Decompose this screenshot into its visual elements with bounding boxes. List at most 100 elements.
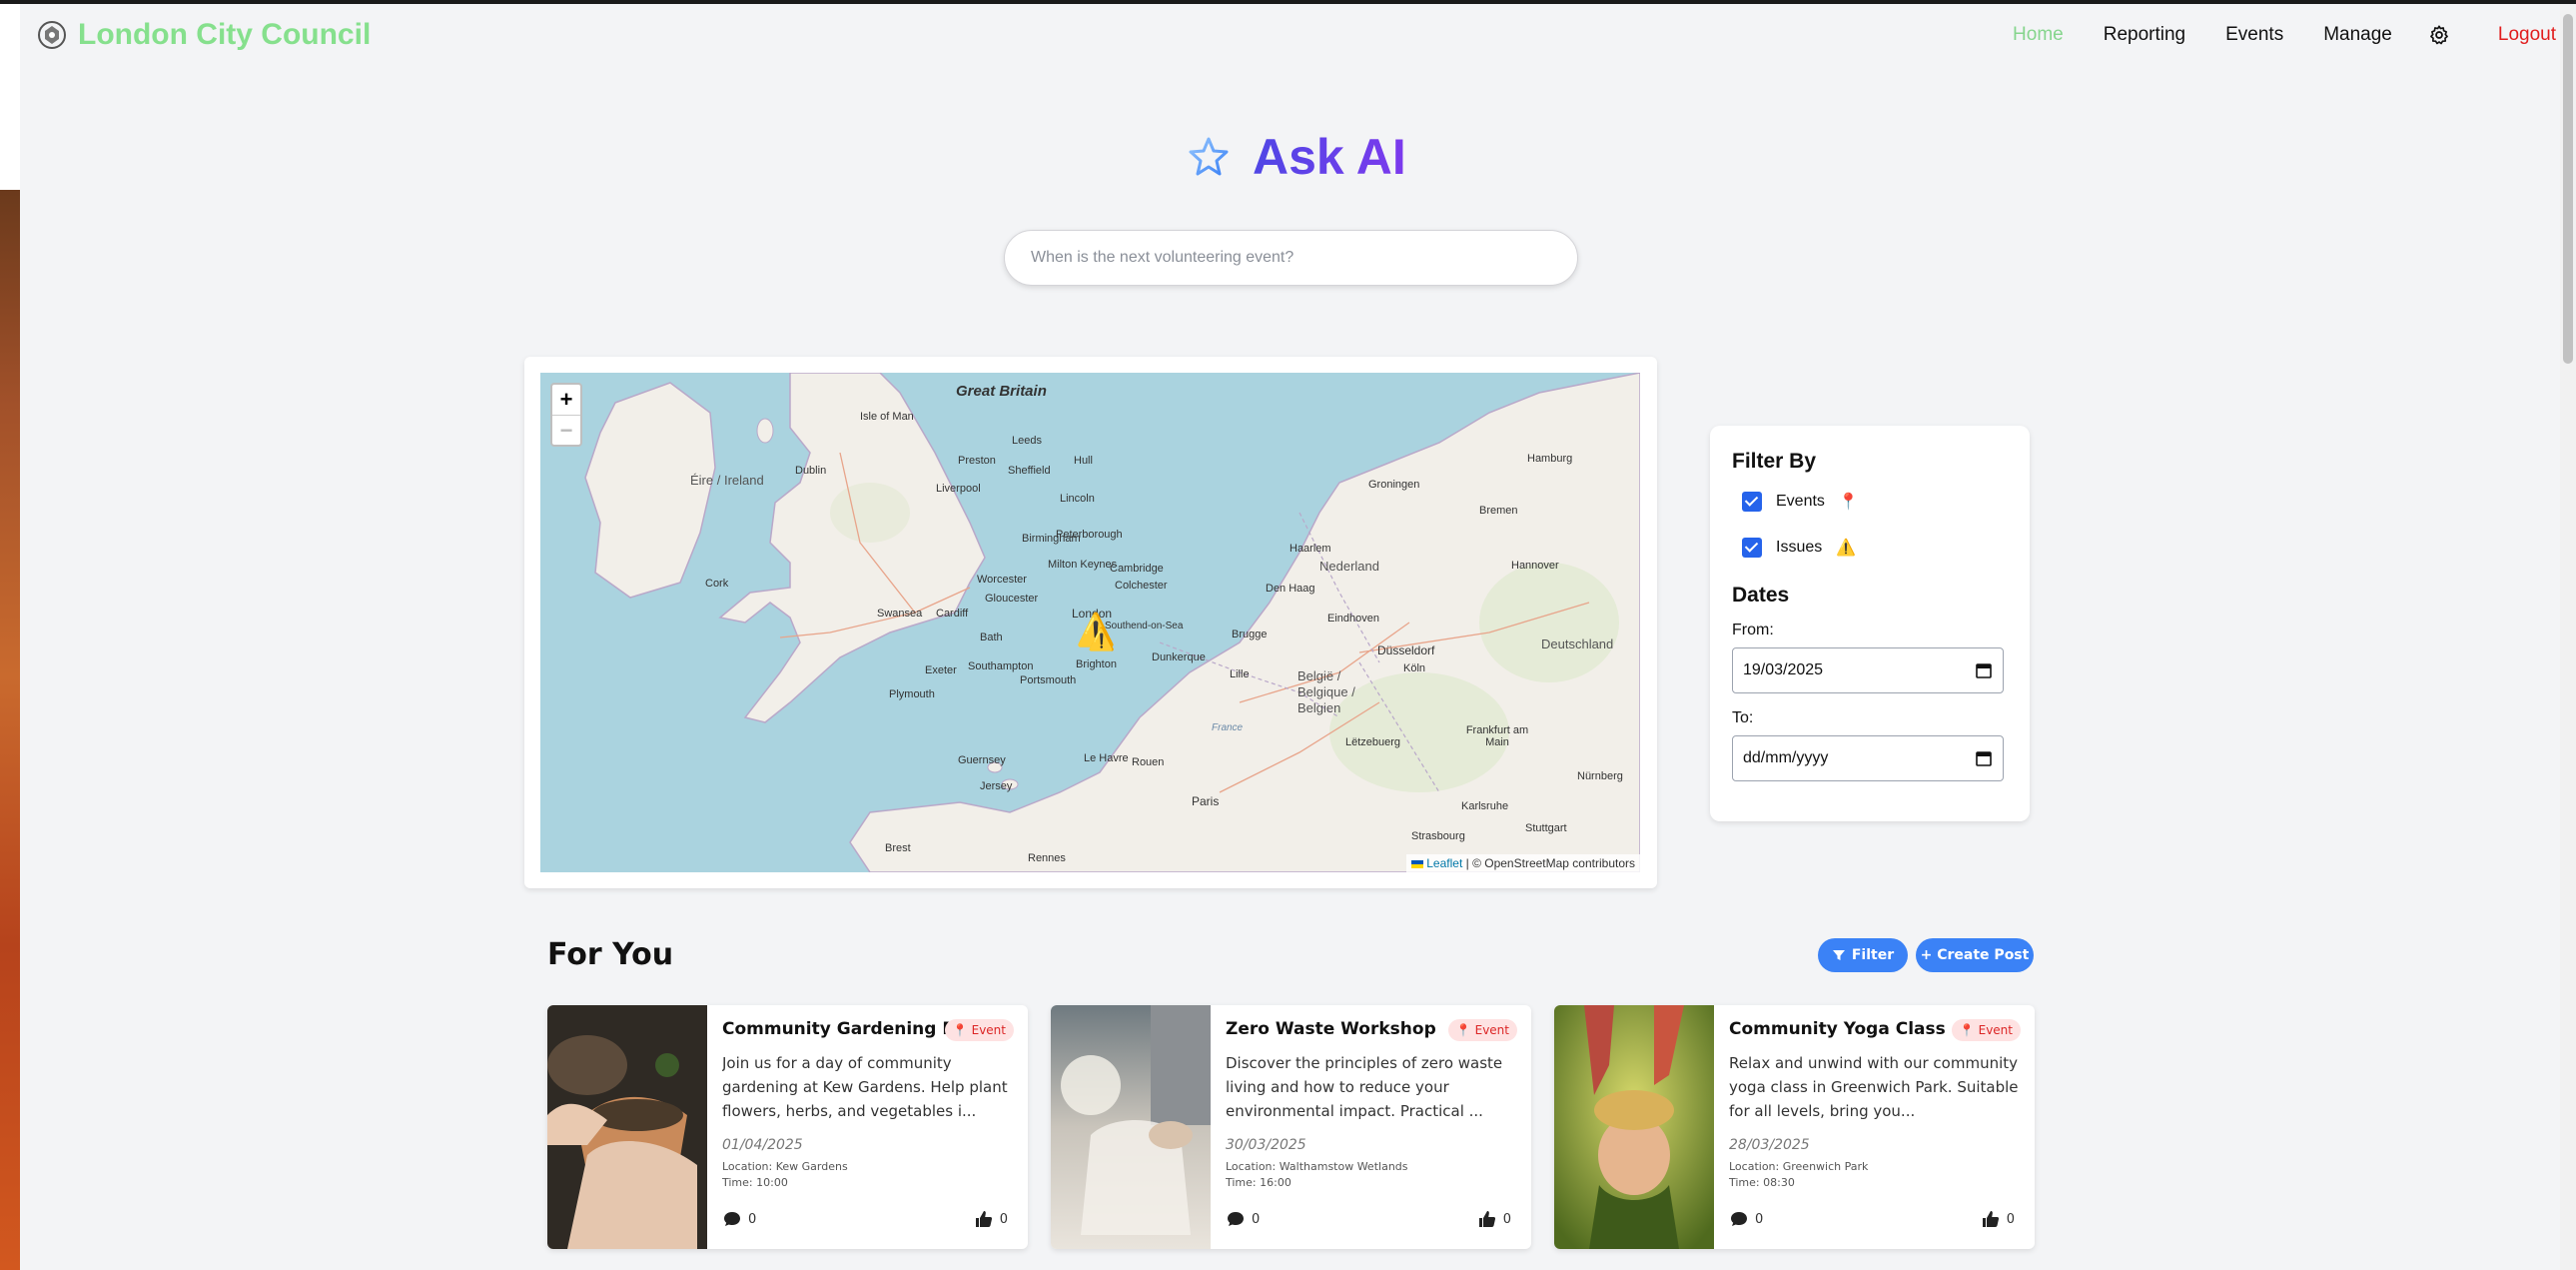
zoom-in-button[interactable]: + <box>552 385 580 415</box>
calendar-icon[interactable] <box>1975 749 1993 767</box>
map-label: Cambridge <box>1110 563 1164 575</box>
map-label: Swansea <box>877 608 923 620</box>
scrollbar-thumb[interactable] <box>2563 14 2573 364</box>
map-label: Karlsruhe <box>1461 800 1509 812</box>
map-label: France <box>1212 722 1244 733</box>
thumbs-up-icon <box>1478 1211 1495 1227</box>
post-card[interactable]: Zero Waste Workshop 📍 Event Discover the… <box>1051 1005 1531 1249</box>
card-location: Location: Kew Gardens <box>722 1160 848 1173</box>
map-label: Dublin <box>795 465 827 477</box>
nav-logout[interactable]: Logout <box>2498 24 2556 46</box>
map-label: Guernsey <box>958 754 1006 766</box>
like-button[interactable]: 0 <box>1981 1209 2015 1229</box>
map-label: Plymouth <box>889 688 935 700</box>
filter-title: Filter By <box>1732 450 1817 473</box>
card-description: Discover the principles of zero waste li… <box>1226 1054 1503 1120</box>
map-label: Southend-on-Sea <box>1105 621 1184 632</box>
map-label: Strasbourg <box>1411 830 1465 842</box>
top-navbar: London City Council Home Reporting Event… <box>20 4 2560 68</box>
map-label: Brest <box>885 842 911 854</box>
to-label: To: <box>1732 709 1754 726</box>
nav-home[interactable]: Home <box>2013 24 2064 46</box>
filter-events-row[interactable]: Events 📍 <box>1742 492 2008 512</box>
map-label: Köln <box>1403 662 1426 674</box>
card-footer: 0 0 <box>1729 1209 2015 1229</box>
comment-button[interactable]: 0 <box>1226 1209 1260 1229</box>
map-label: Haarlem <box>1289 543 1331 555</box>
page-scrollbar[interactable] <box>2560 4 2576 1270</box>
from-date-input[interactable]: 19/03/2025 <box>1732 647 2004 693</box>
map-label: Colchester <box>1115 580 1168 592</box>
thumbs-up-icon <box>975 1211 992 1227</box>
comment-button[interactable]: 0 <box>722 1209 756 1229</box>
ukraine-flag-icon <box>1410 859 1423 868</box>
nav-events[interactable]: Events <box>2225 24 2283 46</box>
map-label: Rouen <box>1132 756 1165 768</box>
map-label: Nederland <box>1319 559 1379 574</box>
like-button[interactable]: 0 <box>974 1209 1008 1229</box>
card-location: Location: Walthamstow Wetlands <box>1226 1160 1408 1173</box>
map-label: Brighton <box>1076 658 1117 670</box>
map-label: Gloucester <box>985 593 1039 605</box>
card-date: 01/04/2025 <box>722 1137 803 1153</box>
card-description: Relax and unwind with our community yoga… <box>1729 1054 2019 1120</box>
issues-checkbox[interactable] <box>1742 538 1762 558</box>
map-label: Hull <box>1074 455 1093 467</box>
council-crest-icon <box>38 21 66 49</box>
calendar-icon[interactable] <box>1975 661 1993 679</box>
map-label: Rennes <box>1028 852 1066 864</box>
nav-manage[interactable]: Manage <box>2323 24 2392 46</box>
filter-button[interactable]: Filter <box>1818 938 1908 972</box>
zoom-control: + − <box>550 383 582 447</box>
leaflet-link[interactable]: Leaflet <box>1426 856 1462 870</box>
card-footer: 0 0 <box>722 1209 1008 1229</box>
map-label: Lille <box>1230 668 1250 680</box>
issue-marker-icon[interactable]: ⚠️ <box>1088 627 1115 652</box>
funnel-icon <box>1832 950 1845 960</box>
post-card[interactable]: Community Gardening Day 📍 Event Join us … <box>547 1005 1028 1249</box>
nav-reporting[interactable]: Reporting <box>2104 24 2185 46</box>
card-body: Community Yoga Class 📍 Event Relax and u… <box>1729 1019 2021 1191</box>
events-checkbox[interactable] <box>1742 492 1762 512</box>
like-button[interactable]: 0 <box>1477 1209 1511 1229</box>
osm-attribution: | © OpenStreetMap contributors <box>1465 856 1635 870</box>
map-label: Den Haag <box>1266 583 1315 595</box>
comment-count: 0 <box>1755 1211 1764 1227</box>
pin-icon: 📍 <box>1838 494 1859 511</box>
like-count: 0 <box>2006 1211 2015 1227</box>
warning-icon: ⚠️ <box>1836 540 1857 557</box>
zoom-out-button[interactable]: − <box>552 415 580 445</box>
zero-waste-photo <box>1051 1005 1211 1249</box>
like-count: 0 <box>1502 1211 1511 1227</box>
post-card[interactable]: Community Yoga Class 📍 Event Relax and u… <box>1554 1005 2035 1249</box>
event-map[interactable]: + − Great Britain Éire / Ireland Dublin … <box>540 373 1640 872</box>
card-body: Community Gardening Day 📍 Event Join us … <box>722 1019 1014 1191</box>
ask-ai-title: Ask AI <box>1253 129 1406 185</box>
map-label: Lëtzebuerg <box>1345 736 1401 748</box>
dates-title: Dates <box>1732 584 1790 607</box>
map-label: Liverpool <box>936 483 981 495</box>
map-label: Eindhoven <box>1327 613 1379 625</box>
main-nav: Home Reporting Events Manage Logout <box>1973 24 2556 46</box>
ask-ai-input[interactable] <box>1004 230 1578 286</box>
filter-issues-row[interactable]: Issues ⚠️ <box>1742 538 2008 558</box>
map-label: Frankfurt am Main <box>1465 724 1529 748</box>
filter-button-label: Filter <box>1851 947 1895 963</box>
from-label: From: <box>1732 622 1774 638</box>
map-label: Cardiff <box>936 608 969 620</box>
create-post-button[interactable]: + Create Post <box>1916 938 2034 972</box>
filter-panel: Filter By Events 📍 Issues ⚠️ Dates From:… <box>1710 426 2030 821</box>
map-label: Worcester <box>977 574 1027 586</box>
settings-gear-icon[interactable] <box>2428 24 2450 46</box>
card-date: 30/03/2025 <box>1226 1137 1306 1153</box>
map-label: Brugge <box>1232 629 1268 640</box>
comment-icon <box>1731 1212 1747 1226</box>
brand[interactable]: London City Council <box>36 18 371 52</box>
event-badge: 📍 Event <box>944 1019 1014 1041</box>
card-location: Location: Greenwich Park <box>1729 1160 1869 1173</box>
to-date-input[interactable]: dd/mm/yyyy <box>1732 735 2004 781</box>
comment-button[interactable]: 0 <box>1729 1209 1763 1229</box>
from-date-value: 19/03/2025 <box>1743 661 1824 678</box>
card-footer: 0 0 <box>1226 1209 1511 1229</box>
event-badge: 📍 Event <box>1447 1019 1517 1041</box>
